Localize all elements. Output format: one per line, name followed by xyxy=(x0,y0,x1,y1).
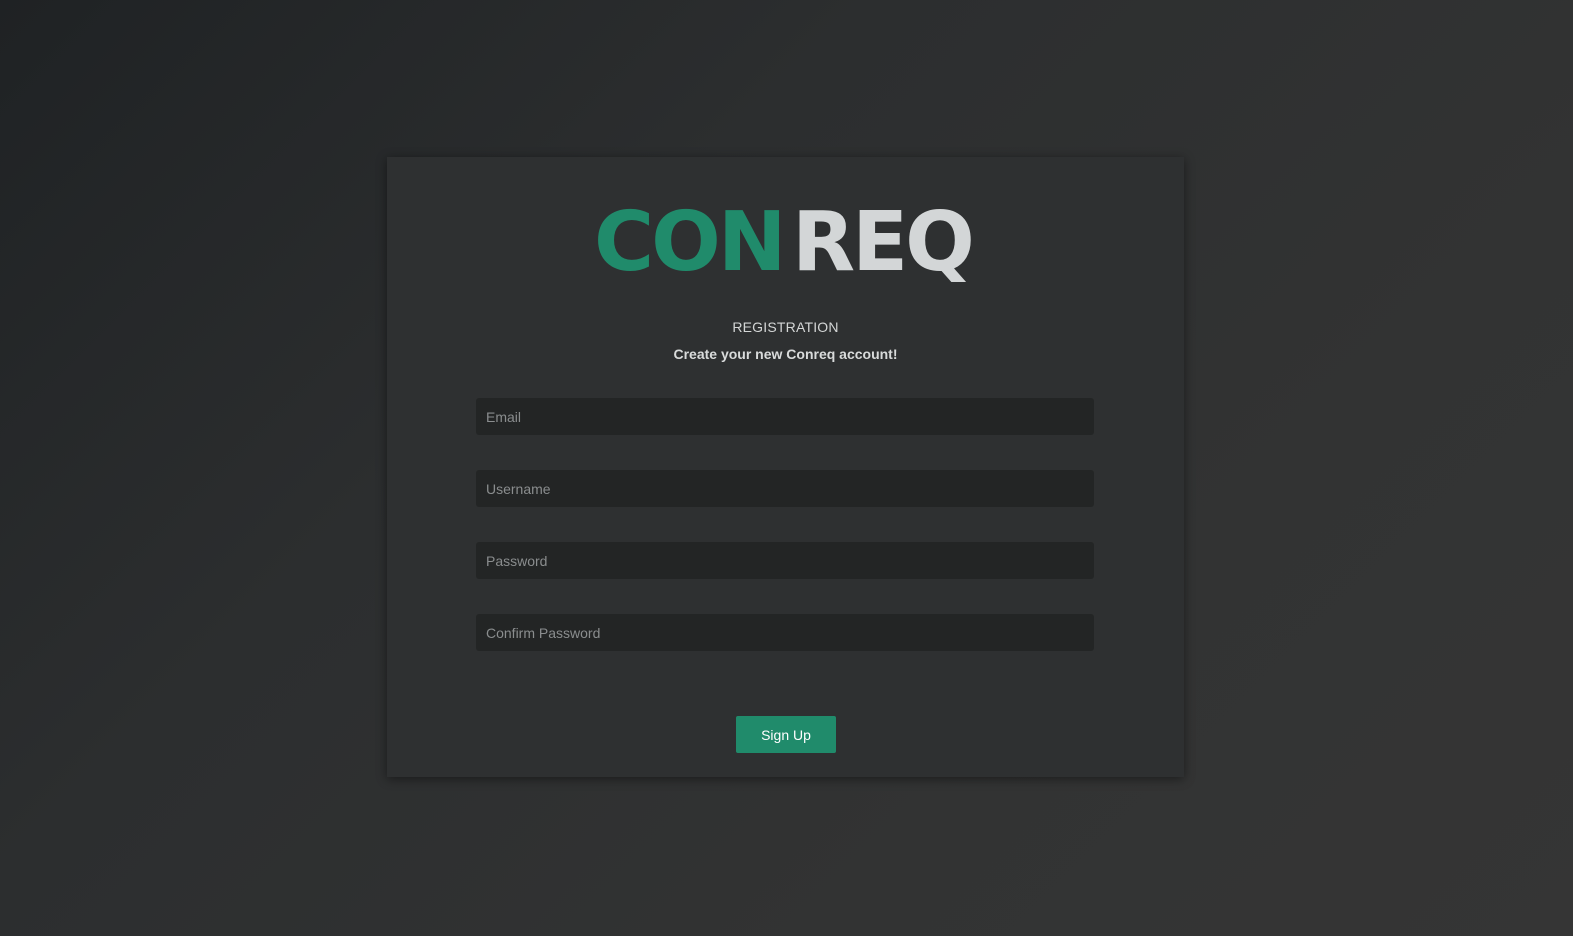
username-field[interactable] xyxy=(476,470,1094,507)
logo-text-req: REQ xyxy=(792,197,972,290)
conreq-logo-graphic: CON REQ xyxy=(594,197,975,290)
logo-text-con: CON xyxy=(594,197,784,290)
conreq-logo: CON REQ xyxy=(387,197,1184,297)
page-subtitle: Create your new Conreq account! xyxy=(673,346,898,362)
page-title: REGISTRATION xyxy=(732,319,839,335)
password-field[interactable] xyxy=(476,542,1094,579)
email-field[interactable] xyxy=(476,398,1094,435)
sign-up-button[interactable]: Sign Up xyxy=(736,716,836,753)
confirm-password-field[interactable] xyxy=(476,614,1094,651)
registration-card: CON REQ REGISTRATION Create your new Con… xyxy=(387,157,1184,777)
